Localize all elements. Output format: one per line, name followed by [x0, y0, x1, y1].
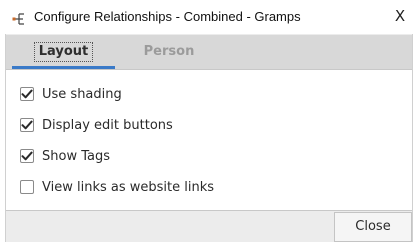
show-tags-label: Show Tags	[42, 148, 110, 164]
view-links-label: View links as website links	[42, 179, 215, 195]
show-tags-checkbox[interactable]	[20, 149, 34, 163]
use-shading-label: Use shading	[42, 86, 122, 102]
use-shading-checkbox[interactable]	[20, 87, 34, 101]
window-title: Configure Relationships - Combined - Gra…	[34, 9, 301, 24]
display-edit-buttons-label: Display edit buttons	[42, 117, 173, 133]
title-bar: Configure Relationships - Combined - Gra…	[0, 0, 418, 34]
option-use-shading[interactable]: Use shading	[20, 83, 122, 105]
window-close-button[interactable]: X	[390, 6, 410, 26]
view-links-checkbox[interactable]	[20, 180, 34, 194]
tab-bar: Layout Person	[6, 35, 412, 69]
checkmark-icon	[21, 120, 33, 130]
tab-layout[interactable]: Layout	[12, 35, 115, 69]
tab-person[interactable]: Person	[119, 35, 219, 69]
gramps-tree-icon	[12, 11, 26, 25]
display-edit-buttons-checkbox[interactable]	[20, 118, 34, 132]
option-view-links-as-website-links[interactable]: View links as website links	[20, 176, 214, 198]
close-button[interactable]: Close	[334, 212, 412, 242]
tab-layout-label: Layout	[33, 42, 94, 62]
option-show-tags[interactable]: Show Tags	[20, 145, 110, 167]
options-panel: Use shading Display edit buttons Show Ta…	[6, 69, 412, 211]
option-display-edit-buttons[interactable]: Display edit buttons	[20, 114, 173, 136]
checkmark-icon	[21, 89, 33, 99]
checkmark-icon	[21, 151, 33, 161]
tab-person-label: Person	[143, 44, 195, 59]
